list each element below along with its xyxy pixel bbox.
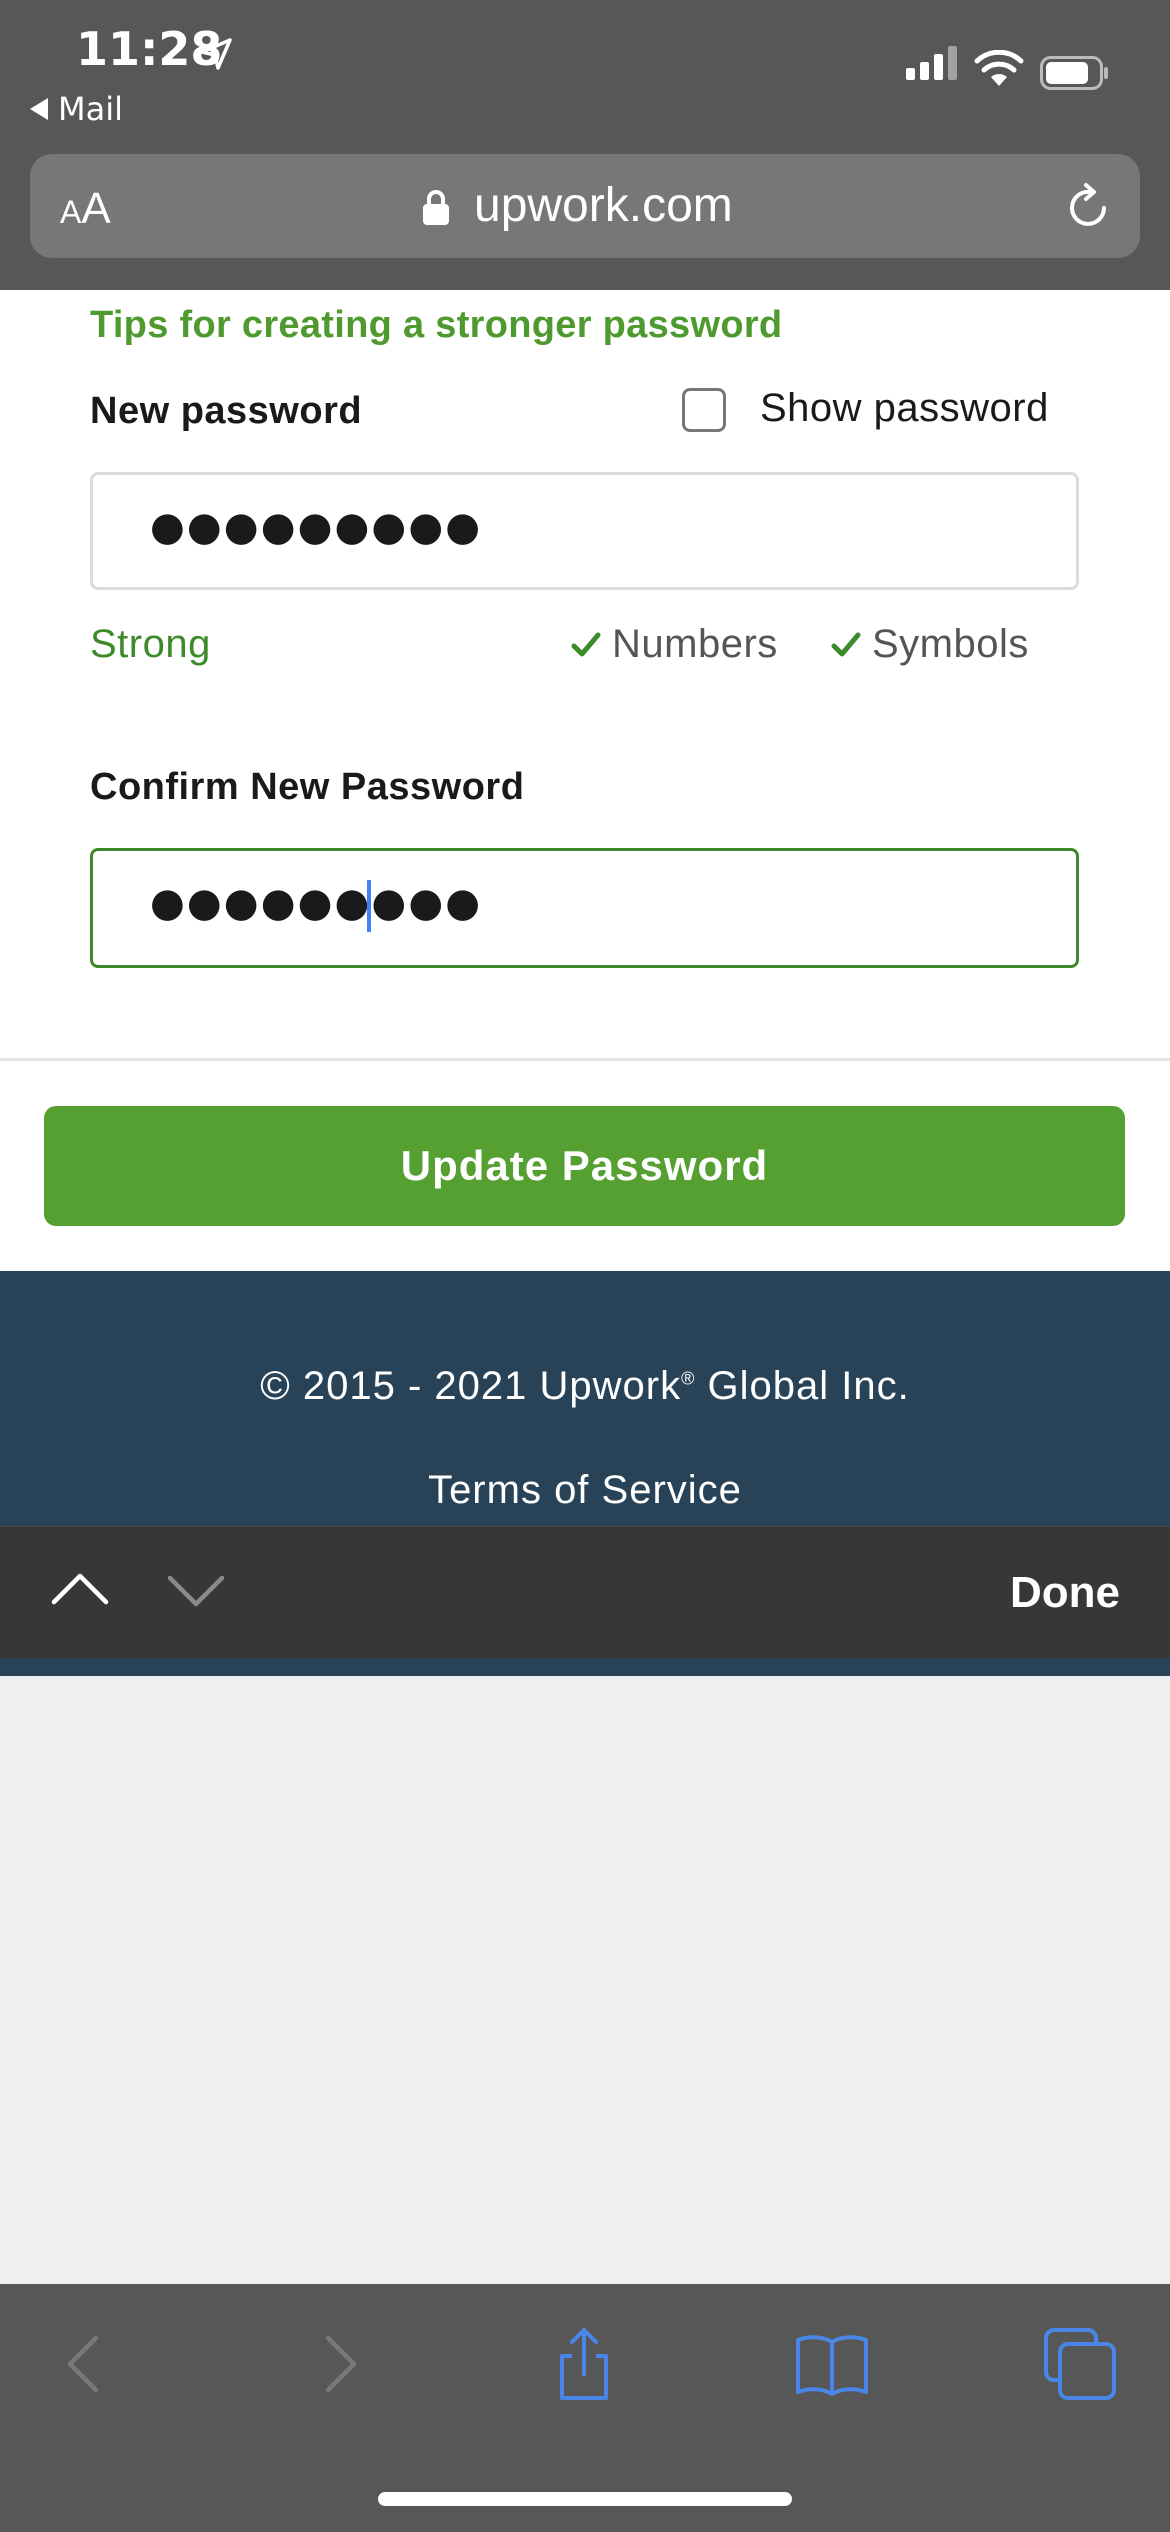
update-password-button[interactable]: Update Password — [44, 1106, 1125, 1226]
back-icon[interactable] — [48, 2326, 124, 2402]
back-triangle-icon — [30, 98, 48, 120]
new-password-label: New password — [90, 390, 363, 432]
section-divider — [0, 1058, 1170, 1061]
new-password-value: ●●●●●●●●● — [150, 504, 483, 550]
share-icon[interactable] — [546, 2326, 622, 2402]
lock-icon — [423, 190, 449, 225]
home-indicator[interactable] — [378, 2492, 792, 2506]
empty-area — [0, 1676, 1170, 2284]
text-size-button[interactable]: AA — [60, 184, 111, 234]
copyright-suffix: Global Inc. — [695, 1364, 910, 1408]
tabs-icon[interactable] — [1042, 2326, 1118, 2402]
copyright-text: © 2015 - 2021 Upwork® Global Inc. — [0, 1364, 1170, 1409]
symbols-requirement-label: Symbols — [872, 622, 1029, 666]
confirm-password-value: ●●●●●●●●● — [150, 880, 483, 926]
confirm-password-label: Confirm New Password — [90, 766, 525, 808]
battery-icon — [1040, 56, 1108, 90]
cellular-signal-icon — [906, 46, 957, 80]
url-domain[interactable]: upwork.com — [474, 178, 733, 233]
back-to-app-button[interactable]: Mail — [30, 90, 123, 128]
chevron-down-icon[interactable] — [166, 1572, 226, 1612]
registered-mark: ® — [681, 1368, 696, 1389]
show-password-label[interactable]: Show password — [760, 386, 1049, 431]
password-tips-link[interactable]: Tips for creating a stronger password — [90, 304, 782, 347]
terms-of-service-link[interactable]: Terms of Service — [0, 1468, 1170, 1513]
reload-icon[interactable] — [1060, 180, 1116, 236]
done-button[interactable]: Done — [1010, 1568, 1120, 1618]
checkmark-icon — [571, 632, 601, 656]
checkmark-icon — [831, 632, 861, 656]
show-password-checkbox[interactable] — [682, 388, 726, 432]
text-size-small-glyph: A — [60, 194, 82, 230]
password-strength-text: Strong — [90, 622, 211, 666]
back-app-label: Mail — [58, 90, 123, 128]
numbers-requirement-label: Numbers — [612, 622, 778, 666]
symbols-requirement: Symbols — [830, 622, 1029, 667]
copyright-prefix: © 2015 - 2021 Upwork — [260, 1364, 682, 1408]
numbers-requirement: Numbers — [570, 622, 778, 667]
bookmarks-icon[interactable] — [794, 2326, 870, 2402]
footer-strip — [0, 1658, 1170, 1676]
location-arrow-icon — [200, 38, 232, 70]
text-size-large-glyph: A — [81, 184, 111, 233]
wifi-icon — [974, 50, 1024, 86]
forward-icon[interactable] — [300, 2326, 376, 2402]
text-caret — [367, 880, 371, 932]
chevron-up-icon[interactable] — [50, 1568, 110, 1608]
